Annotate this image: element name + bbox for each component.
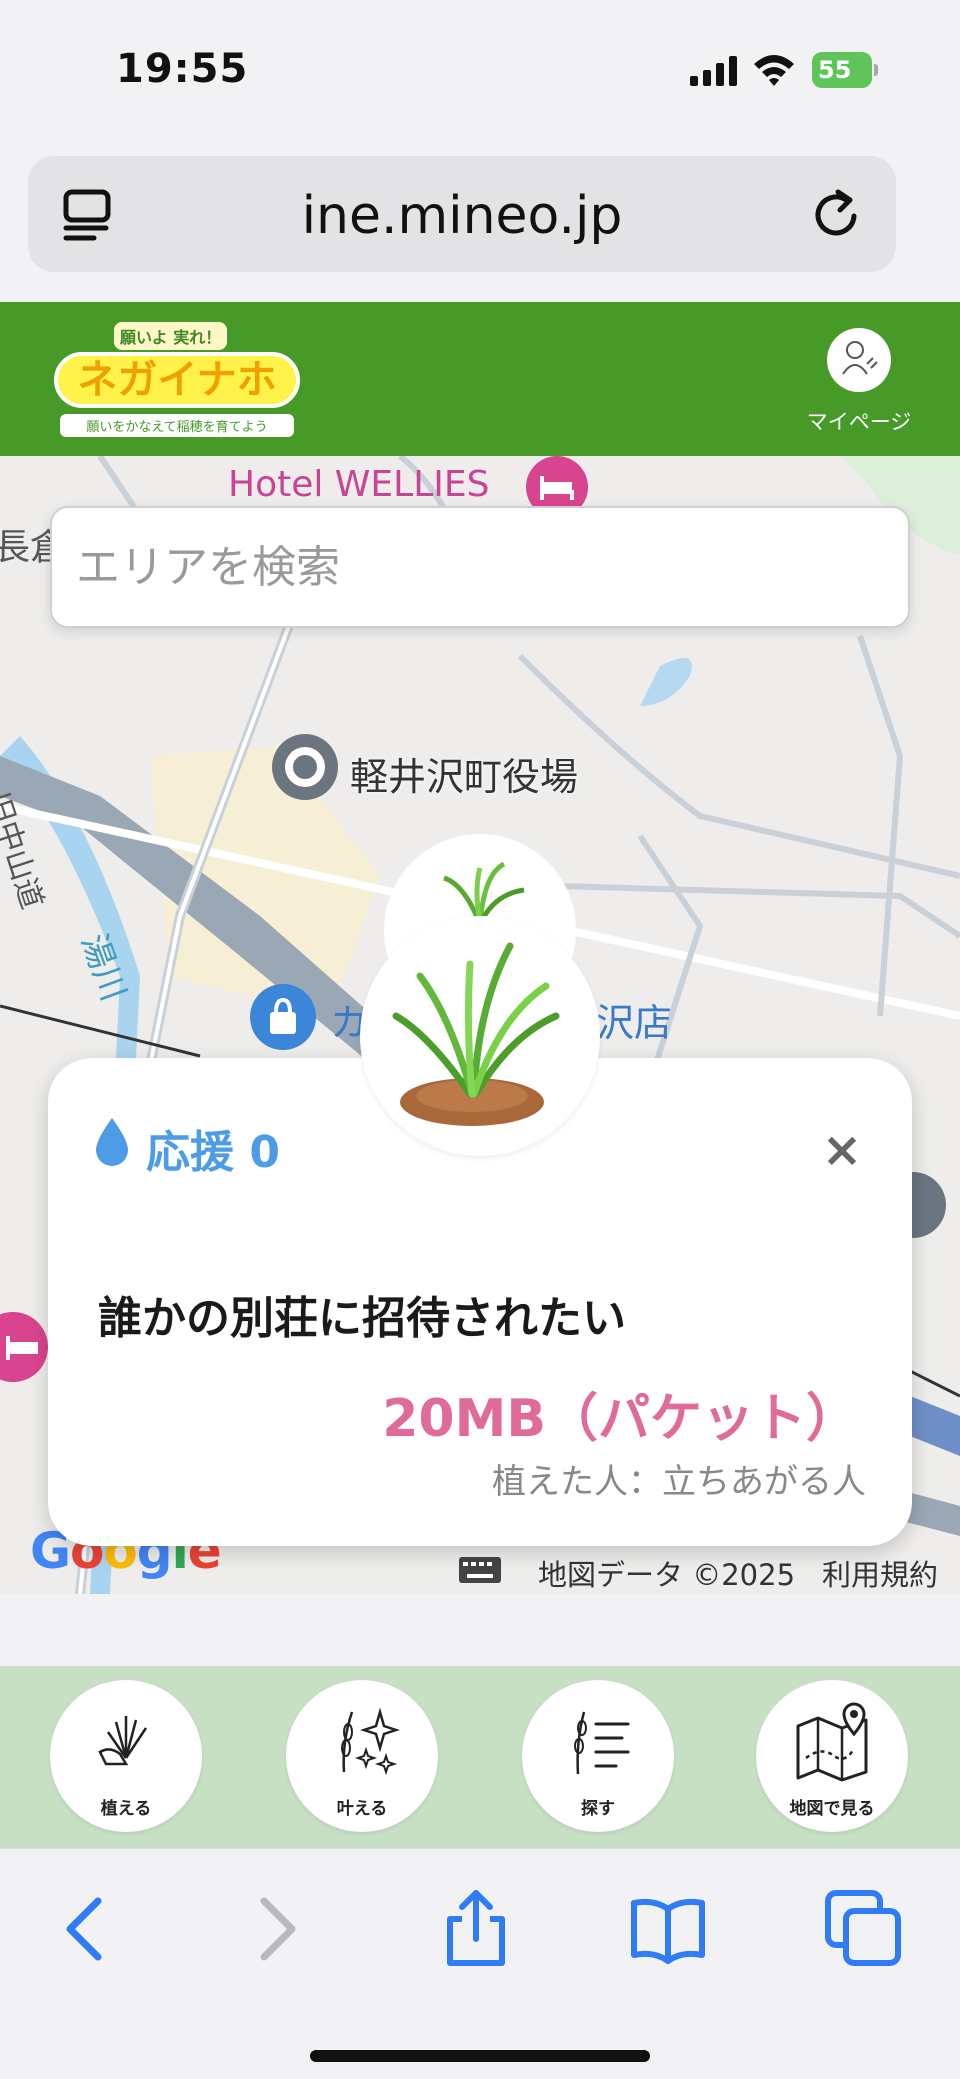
user-icon bbox=[842, 341, 878, 375]
mypage-avatar bbox=[827, 328, 891, 392]
nav-search-button[interactable]: 探す bbox=[522, 1680, 674, 1832]
shop-pin[interactable] bbox=[250, 984, 316, 1050]
bookmarks-icon[interactable] bbox=[628, 1889, 708, 1969]
battery-nub bbox=[874, 64, 878, 76]
nav-fulfill-label: 叶える bbox=[336, 1799, 388, 1819]
nav-search-label: 探す bbox=[581, 1799, 615, 1819]
nav-plant-button[interactable]: 植える bbox=[50, 1680, 202, 1832]
nav-fulfill-button[interactable]: 叶える bbox=[286, 1680, 438, 1832]
search-list-icon bbox=[574, 1711, 630, 1775]
hotel-pin-left[interactable] bbox=[0, 1312, 48, 1382]
nav-plant-label: 植える bbox=[100, 1799, 152, 1819]
reward-text: 20MB（パケット） bbox=[382, 1389, 858, 1449]
logo-sub-text: 願いをかなえて稲穂を育てよう bbox=[60, 414, 294, 437]
app-header: 願いよ 実れ！ ネガイナホ 願いをかなえて稲穂を育てよう マイページ bbox=[0, 302, 960, 456]
town-hall-pin[interactable] bbox=[272, 734, 338, 800]
bed-icon bbox=[6, 1336, 38, 1360]
bottom-navigation: 植える 叶える 探す 地図で見る bbox=[0, 1666, 960, 1848]
shopping-bag-icon bbox=[270, 997, 296, 1034]
town-hall-label[interactable]: 軽井沢町役場 bbox=[350, 746, 578, 801]
reload-icon[interactable] bbox=[808, 186, 864, 242]
close-icon[interactable]: × bbox=[818, 1126, 866, 1174]
home-indicator[interactable] bbox=[310, 2050, 650, 2062]
government-icon bbox=[285, 747, 325, 787]
share-icon[interactable] bbox=[436, 1889, 516, 1969]
signal-icon bbox=[690, 56, 737, 86]
map-attribution: 地図データ ©2025 利用規約 bbox=[0, 1550, 960, 1594]
nav-map-label: 地図で見る bbox=[789, 1799, 875, 1819]
battery-level: 55 bbox=[812, 52, 872, 88]
sparkle-wheat-icon bbox=[341, 1707, 400, 1776]
logo-top-text: 願いよ 実れ！ bbox=[114, 322, 228, 350]
hotel-label[interactable]: Hotel WELLIES bbox=[228, 464, 489, 505]
address-bar[interactable]: ine.mineo.jp bbox=[28, 156, 896, 272]
wifi-icon bbox=[754, 55, 794, 86]
back-icon[interactable] bbox=[46, 1889, 126, 1969]
forward-icon[interactable] bbox=[236, 1889, 316, 1969]
mypage-button[interactable]: マイページ bbox=[804, 328, 954, 448]
rice-marker-selected[interactable] bbox=[360, 916, 600, 1156]
rice-seedling-icon bbox=[392, 942, 560, 1126]
mypage-label: マイページ bbox=[806, 410, 912, 434]
logo-main-text: ネガイナホ bbox=[54, 352, 300, 408]
browser-toolbar bbox=[0, 1848, 960, 2079]
battery-indicator: 55 bbox=[812, 52, 878, 88]
map-icon bbox=[796, 1702, 868, 1782]
planter-text: 植えた人：立ちあがる人 bbox=[492, 1462, 866, 1502]
wish-text: 誰かの別荘に招待されたい bbox=[98, 1293, 626, 1344]
plant-icon bbox=[98, 1716, 148, 1766]
url-text[interactable]: ine.mineo.jp bbox=[28, 186, 896, 246]
map-data-credit[interactable]: 地図データ ©2025 bbox=[538, 1552, 795, 1594]
status-time: 19:55 bbox=[116, 46, 249, 92]
status-bar: 19:55 55 bbox=[0, 0, 960, 140]
terms-link[interactable]: 利用規約 bbox=[822, 1552, 938, 1594]
nav-map-button[interactable]: 地図で見る bbox=[756, 1680, 908, 1832]
app-logo[interactable]: 願いよ 実れ！ ネガイナホ 願いをかなえて稲穂を育てよう bbox=[54, 322, 300, 438]
tabs-icon[interactable] bbox=[824, 1889, 904, 1969]
keyboard-icon[interactable] bbox=[458, 1556, 502, 1584]
area-search-input[interactable] bbox=[76, 532, 876, 602]
area-search-box[interactable] bbox=[50, 506, 910, 628]
support-count[interactable]: 応援 0 bbox=[146, 1116, 280, 1180]
water-drop-icon bbox=[96, 1118, 128, 1166]
